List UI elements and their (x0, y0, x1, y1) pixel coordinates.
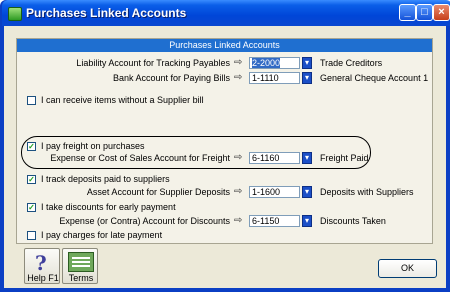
ok-button[interactable]: OK (378, 259, 437, 278)
freight-checkbox[interactable]: ✓ (27, 142, 36, 151)
freight-label: I pay freight on purchases (41, 141, 145, 151)
link-arrow-icon: ⇨ (234, 57, 243, 68)
receive-items-label: I can receive items without a Supplier b… (41, 95, 204, 105)
deposits-label: I track deposits paid to suppliers (41, 174, 170, 184)
link-arrow-icon: ⇨ (234, 72, 243, 83)
deposits-account-name: Deposits with Suppliers (320, 187, 414, 197)
discounts-account-label: Expense (or Contra) Account for Discount… (59, 216, 230, 226)
bank-account-name: General Cheque Account 1 (320, 73, 429, 83)
help-icon: ? (35, 251, 47, 275)
terms-icon (68, 252, 94, 272)
dialog-client: Purchases Linked Accounts Liability Acco… (4, 26, 446, 288)
window-title: Purchases Linked Accounts (26, 6, 187, 20)
deposits-checkbox[interactable]: ✓ (27, 175, 36, 184)
receive-items-checkbox[interactable] (27, 96, 36, 105)
terms-button[interactable]: Terms (62, 248, 98, 284)
bank-lookup-button[interactable]: ▾ (302, 72, 312, 84)
freight-lookup-button[interactable]: ▾ (302, 152, 312, 164)
panel-header: Purchases Linked Accounts (17, 39, 432, 52)
freight-account-name: Freight Paid (320, 153, 369, 163)
deposits-lookup-button[interactable]: ▾ (302, 186, 312, 198)
deposits-account-input[interactable]: 1-1600 (249, 186, 300, 198)
liability-lookup-button[interactable]: ▾ (302, 57, 312, 69)
liability-account-name: Trade Creditors (320, 58, 383, 68)
window-frame: Purchases Linked Accounts _ □ × Purchase… (0, 0, 450, 292)
discounts-account-input[interactable]: 6-1150 (249, 215, 300, 227)
late-payment-checkbox[interactable] (27, 231, 36, 240)
freight-account-input[interactable]: 6-1160 (249, 152, 300, 164)
minimize-icon[interactable]: _ (399, 4, 416, 21)
link-arrow-icon: ⇨ (234, 186, 243, 197)
discounts-lookup-button[interactable]: ▾ (302, 215, 312, 227)
terms-button-label: Terms (68, 273, 94, 283)
freight-account-label: Expense or Cost of Sales Account for Fre… (50, 153, 230, 163)
linked-accounts-panel: Purchases Linked Accounts Liability Acco… (16, 38, 433, 244)
help-button[interactable]: ? Help F1 (24, 248, 60, 284)
close-icon[interactable]: × (433, 4, 450, 21)
bank-account-input[interactable]: 1-1110 (249, 72, 300, 84)
link-arrow-icon: ⇨ (234, 215, 243, 226)
late-payment-label: I pay charges for late payment (41, 230, 163, 240)
discounts-account-name: Discounts Taken (320, 216, 386, 226)
liability-account-input[interactable]: 2-2000 (249, 57, 300, 69)
deposits-account-label: Asset Account for Supplier Deposits (86, 187, 230, 197)
discounts-label: I take discounts for early payment (41, 202, 176, 212)
app-icon (8, 7, 22, 21)
link-arrow-icon: ⇨ (234, 152, 243, 163)
discounts-checkbox[interactable]: ✓ (27, 203, 36, 212)
liability-label: Liability Account for Tracking Payables (76, 58, 230, 68)
maximize-icon[interactable]: □ (416, 4, 433, 21)
help-button-label: Help F1 (27, 273, 59, 283)
title-bar[interactable]: Purchases Linked Accounts _ □ × (2, 0, 450, 26)
bank-label: Bank Account for Paying Bills (112, 73, 230, 83)
